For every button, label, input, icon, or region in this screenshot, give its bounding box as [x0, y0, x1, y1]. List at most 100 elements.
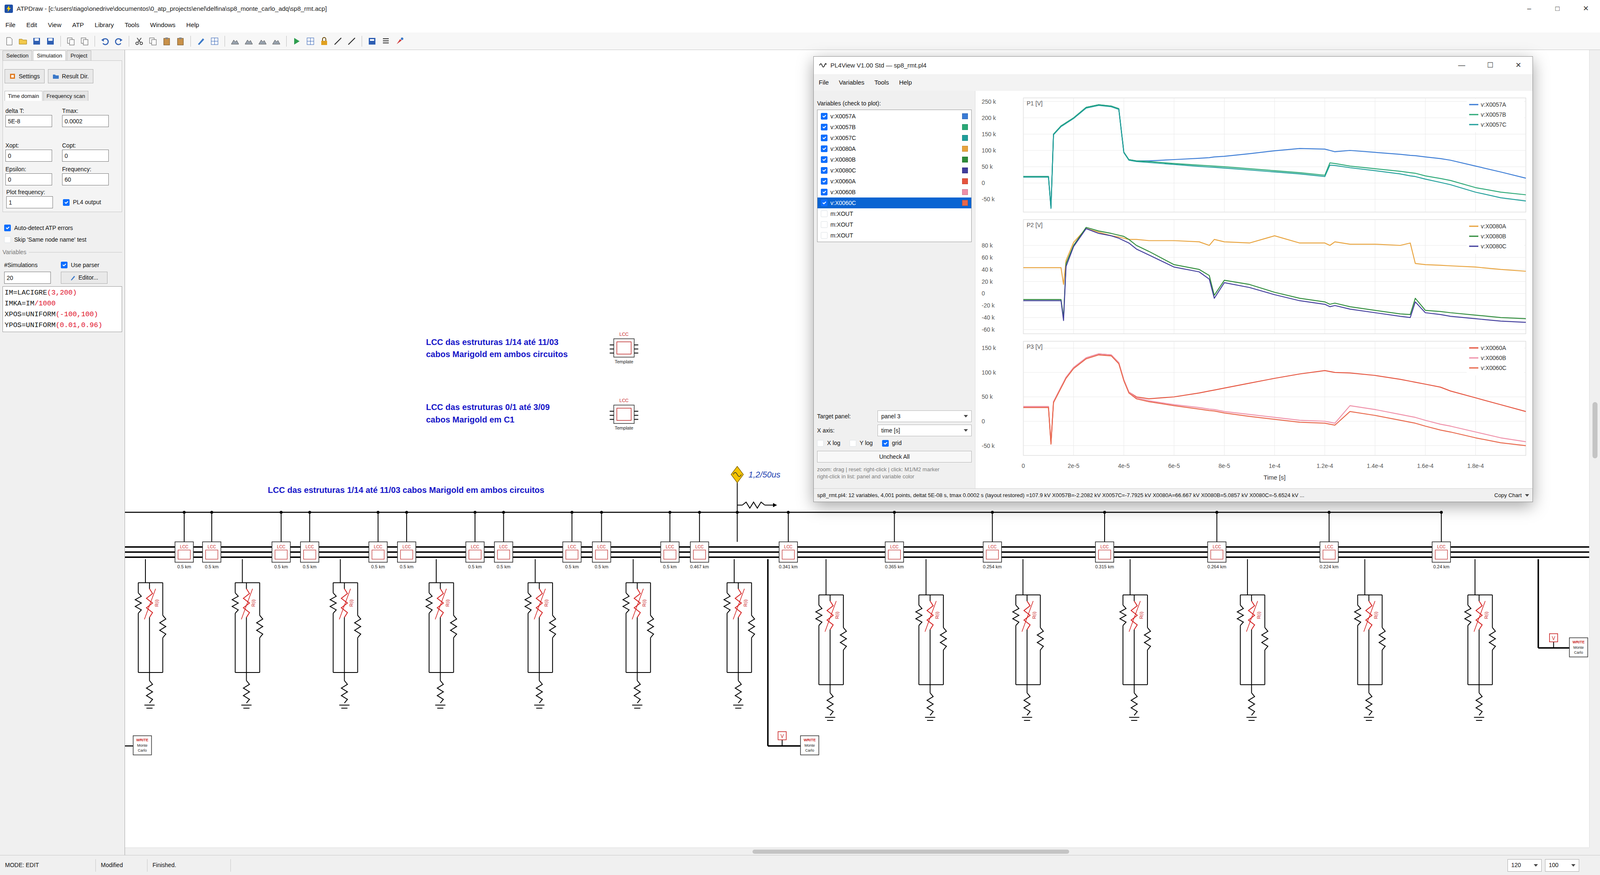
minimize-button[interactable]: –	[1515, 0, 1544, 18]
voltage-probe[interactable]: V	[1549, 633, 1558, 648]
checkbox[interactable]	[820, 188, 828, 196]
toolbar-button[interactable]	[133, 35, 145, 48]
toolbar-button[interactable]	[270, 35, 283, 48]
menu-item[interactable]: File	[813, 77, 834, 88]
text-field[interactable]	[62, 149, 109, 162]
checkbox[interactable]	[820, 221, 828, 228]
text-field[interactable]	[5, 115, 53, 128]
x-axis-select[interactable]: time [s]	[877, 424, 972, 437]
tower-grounding[interactable]: R(i)	[1237, 559, 1268, 721]
lcc-line-section[interactable]: LCC0.341 km	[778, 541, 798, 570]
lcc-line-section[interactable]: LCC0.5 km	[562, 541, 582, 570]
toolbar-button[interactable]	[332, 35, 344, 48]
lcc-line-section[interactable]: LCC0.5 km	[465, 541, 485, 570]
variable-row[interactable]: v:X0080A	[817, 143, 972, 155]
lcc-line-section[interactable]: LCC0.24 km	[1432, 541, 1451, 570]
toolbar-button[interactable]	[17, 35, 29, 48]
variable-row[interactable]: v:X0060C	[817, 197, 972, 209]
tower-grounding[interactable]: R(i)	[915, 559, 947, 721]
checkbox[interactable]	[820, 134, 828, 142]
toolbar-button[interactable]	[44, 35, 57, 48]
toolbar-button[interactable]	[65, 35, 77, 48]
lcc-line-section[interactable]: LCC0.5 km	[397, 541, 416, 570]
scroll-thumb[interactable]	[1592, 402, 1598, 459]
lcc-line-section[interactable]: LCC0.365 km	[885, 541, 904, 570]
option-checkbox[interactable]: grid	[882, 438, 902, 448]
text-field[interactable]	[62, 173, 109, 186]
toolbar-button[interactable]	[160, 35, 173, 48]
toolbar-button[interactable]	[195, 35, 207, 48]
lcc-line-section[interactable]: LCC0.264 km	[1207, 541, 1227, 570]
surge-source[interactable]: 1,2/50us	[731, 466, 781, 513]
text-field[interactable]	[4, 271, 51, 284]
voltage-probe[interactable]: V	[777, 731, 787, 746]
tower-grounding[interactable]: R(i)	[1465, 559, 1496, 721]
checkbox[interactable]	[820, 232, 828, 239]
menu-item[interactable]: Edit	[20, 20, 43, 30]
text-field[interactable]	[6, 196, 53, 209]
checkbox[interactable]	[820, 210, 828, 218]
lcc-template[interactable]: LCCTemplate	[609, 331, 639, 365]
write-block[interactable]: WRITEMonteCarlo	[133, 735, 152, 755]
toolbar-button[interactable]	[99, 35, 111, 48]
toolbar-button[interactable]	[380, 35, 392, 48]
tower-grounding[interactable]: R(i)	[1012, 559, 1044, 721]
tower-grounding[interactable]: R(i)	[724, 559, 755, 709]
variable-row[interactable]: m:XOUT	[817, 208, 972, 220]
checkbox[interactable]	[820, 156, 828, 163]
checkbox[interactable]	[882, 440, 889, 447]
option-checkbox[interactable]: Auto-detect ATP errors	[2, 222, 123, 233]
lcc-line-section[interactable]: LCC0.5 km	[368, 541, 388, 570]
result-dir-button[interactable]: Result Dir.	[47, 69, 94, 84]
menu-item[interactable]: Windows	[144, 20, 181, 30]
scroll-thumb[interactable]	[752, 849, 1070, 854]
uncheck-all-button[interactable]: Uncheck All	[817, 450, 972, 463]
toolbar-button[interactable]	[147, 35, 159, 48]
maximize-button[interactable]: □	[1543, 0, 1572, 18]
write-block[interactable]: WRITEMonteCarlo	[1569, 637, 1588, 658]
settings-button[interactable]: Settings	[4, 69, 45, 84]
toolbar-button[interactable]	[318, 35, 330, 48]
variable-row[interactable]: m:XOUT	[817, 230, 972, 241]
variable-row[interactable]: v:X0080C	[817, 165, 972, 176]
toolbar-button[interactable]	[229, 35, 241, 48]
toolbar-button[interactable]	[366, 35, 378, 48]
checkbox[interactable]	[849, 440, 857, 447]
lcc-line-section[interactable]: LCC0.5 km	[592, 541, 611, 570]
option-checkbox[interactable]: X log	[817, 438, 841, 448]
checkbox[interactable]	[4, 236, 11, 243]
toolbar-button[interactable]	[3, 35, 15, 48]
checkbox[interactable]	[820, 177, 828, 185]
toolbar-button[interactable]	[174, 35, 187, 48]
text-field[interactable]	[5, 173, 53, 186]
toolbar-button[interactable]	[30, 35, 43, 48]
lcc-line-section[interactable]: LCC0.5 km	[202, 541, 221, 570]
lcc-template[interactable]: LCCTemplate	[609, 397, 639, 431]
menu-item[interactable]: Variables	[833, 77, 870, 88]
menu-item[interactable]: File	[0, 20, 21, 30]
minimize-button[interactable]: —	[1447, 56, 1476, 75]
variable-list[interactable]: v:X0057Av:X0057Bv:X0057Cv:X0080Av:X0080B…	[817, 109, 972, 243]
menu-item[interactable]: Help	[894, 77, 918, 88]
toolbar-button[interactable]	[112, 35, 125, 48]
panel-tab[interactable]: Simulation	[32, 50, 66, 61]
tower-grounding[interactable]: R(i)	[1120, 559, 1151, 721]
checkbox[interactable]	[820, 123, 828, 131]
option-checkbox[interactable]: Skip 'Same node name' test	[2, 234, 123, 245]
tower-grounding[interactable]: R(i)	[232, 559, 263, 709]
target-panel-select[interactable]: panel 3	[877, 410, 972, 423]
use-parser-checkbox[interactable]: Use parser	[60, 260, 100, 270]
toolbar-button[interactable]	[78, 35, 91, 48]
checkbox[interactable]	[820, 167, 828, 174]
maximize-button[interactable]: ☐	[1475, 56, 1505, 75]
toolbar-button[interactable]	[208, 35, 221, 48]
vertical-scrollbar[interactable]	[1589, 50, 1600, 848]
horizontal-scrollbar[interactable]	[125, 847, 1590, 855]
checkbox[interactable]	[60, 261, 68, 269]
checkbox[interactable]	[817, 440, 824, 447]
simulation-tab[interactable]: Time domain	[4, 90, 43, 101]
variable-row[interactable]: v:X0057A	[817, 110, 972, 122]
menu-item[interactable]: Library	[89, 20, 120, 30]
lcc-line-section[interactable]: LCC0.254 km	[982, 541, 1002, 570]
lcc-line-section[interactable]: LCC0.5 km	[300, 541, 319, 570]
